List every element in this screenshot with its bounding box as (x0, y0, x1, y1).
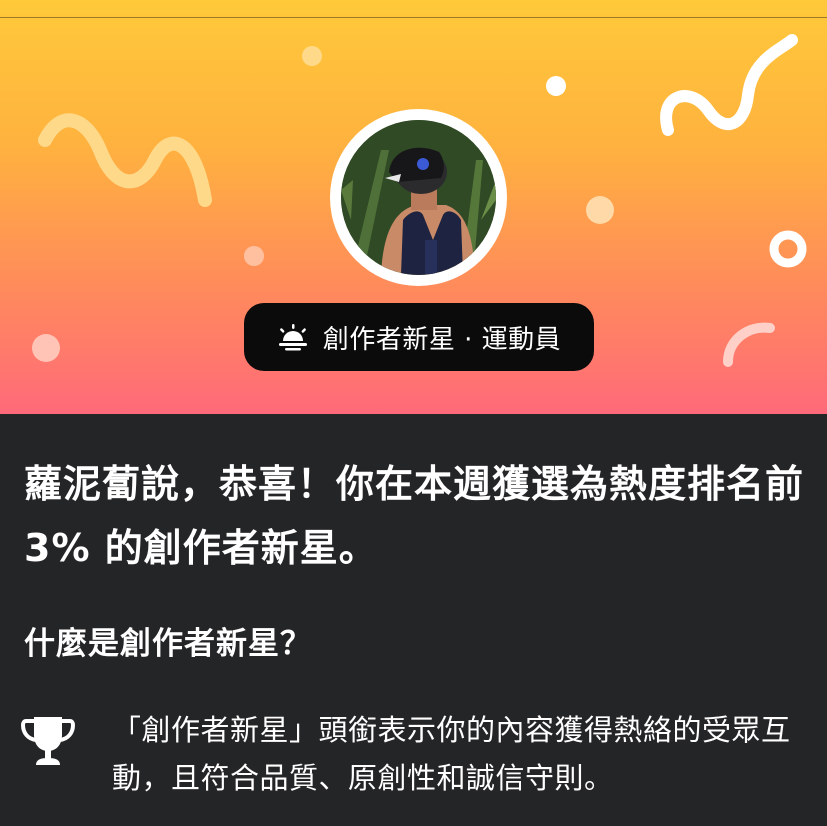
creator-star-badge: 創作者新星 · 運動員 (244, 303, 594, 371)
avatar[interactable] (341, 120, 496, 275)
creator-star-page: 創作者新星 · 運動員 蘿泥蔔說，恭喜！你在本週獲選為熱度排名前 3% 的創作者… (0, 0, 827, 826)
creator-star-description: 「創作者新星」頭銜表示你的內容獲得熱絡的受眾互動，且符合品質、原創性和誠信守則。 (112, 713, 791, 795)
celebration-banner: 創作者新星 · 運動員 (0, 0, 827, 414)
badge-label: 創作者新星 · 運動員 (322, 324, 562, 355)
sunrise-icon (278, 324, 307, 351)
athlete-photo (341, 120, 496, 275)
congratulation-headline: 蘿泥蔔說，恭喜！你在本週獲選為熱度排名前 3% 的創作者新星。 (24, 462, 805, 570)
trophy-icon (20, 717, 76, 765)
section-title: 什麼是創作者新星？ (24, 626, 312, 662)
